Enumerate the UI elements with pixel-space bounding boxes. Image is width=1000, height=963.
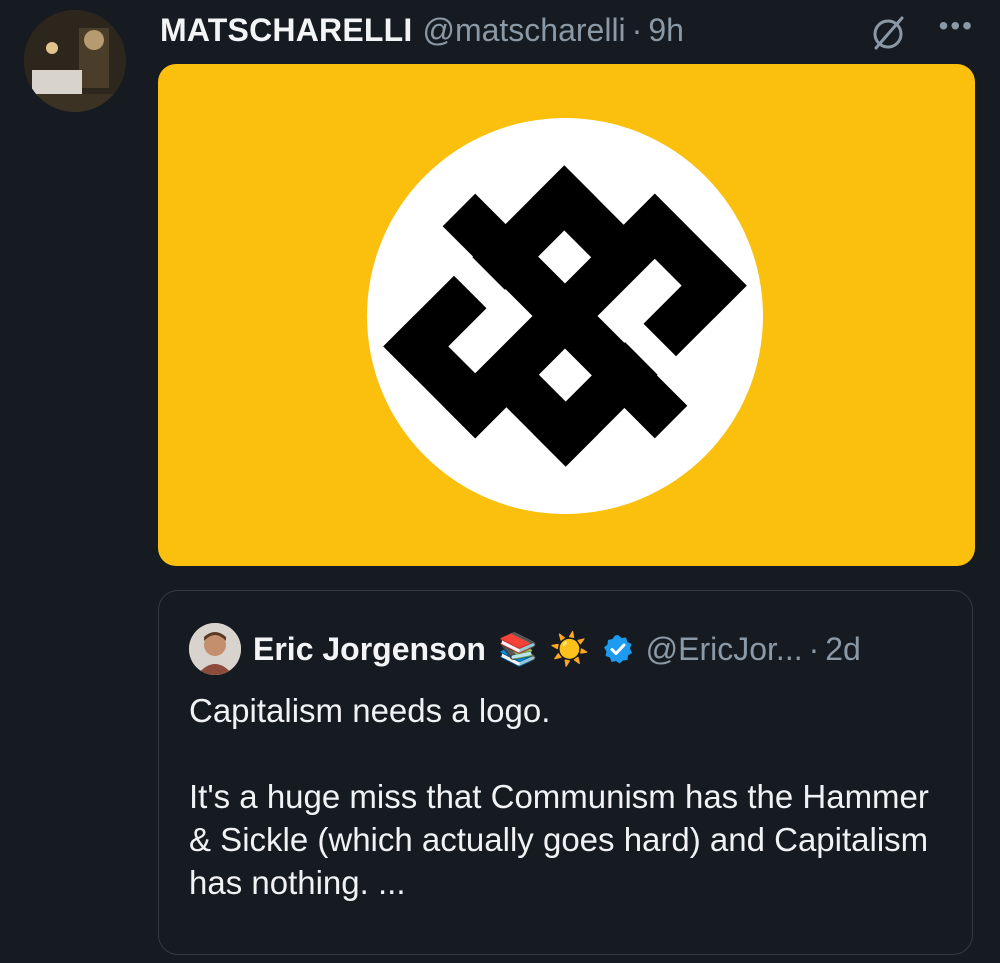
separator-dot: ·: [808, 630, 820, 667]
quoted-author-handle[interactable]: @EricJor...: [646, 631, 803, 668]
author-name[interactable]: MATSCHARELLI: [160, 12, 412, 49]
quoted-text-paragraph: It's a huge miss that Communism has the …: [189, 778, 929, 901]
quoted-tweet-text: Capitalism needs a logo. It's a huge mis…: [189, 689, 949, 904]
author-handle[interactable]: @matscharelli: [422, 12, 625, 49]
quoted-text-line: Capitalism needs a logo.: [189, 692, 551, 729]
flag-emblem-icon: [367, 118, 763, 514]
quoted-timestamp[interactable]: 2d: [825, 631, 861, 668]
author-avatar[interactable]: [24, 10, 126, 112]
timestamp[interactable]: 9h: [648, 12, 684, 49]
books-emoji: 📚: [497, 631, 538, 667]
tweet-image[interactable]: [158, 64, 975, 566]
more-icon[interactable]: •••: [939, 10, 974, 42]
sun-emoji: ☀️: [549, 631, 590, 667]
separator-dot: ·: [631, 11, 643, 48]
quoted-tweet-header: Eric Jorgenson 📚 ☀️ @EricJor... · 2d: [189, 621, 861, 677]
tweet-header: MATSCHARELLI @matscharelli · 9h •••: [160, 8, 980, 52]
verified-badge-icon: [603, 635, 632, 664]
quoted-author-avatar[interactable]: [189, 623, 241, 675]
quoted-tweet[interactable]: Eric Jorgenson 📚 ☀️ @EricJor... · 2d Cap…: [158, 590, 973, 955]
quoted-author-name[interactable]: Eric Jorgenson: [253, 631, 486, 668]
grok-icon[interactable]: [868, 12, 908, 52]
